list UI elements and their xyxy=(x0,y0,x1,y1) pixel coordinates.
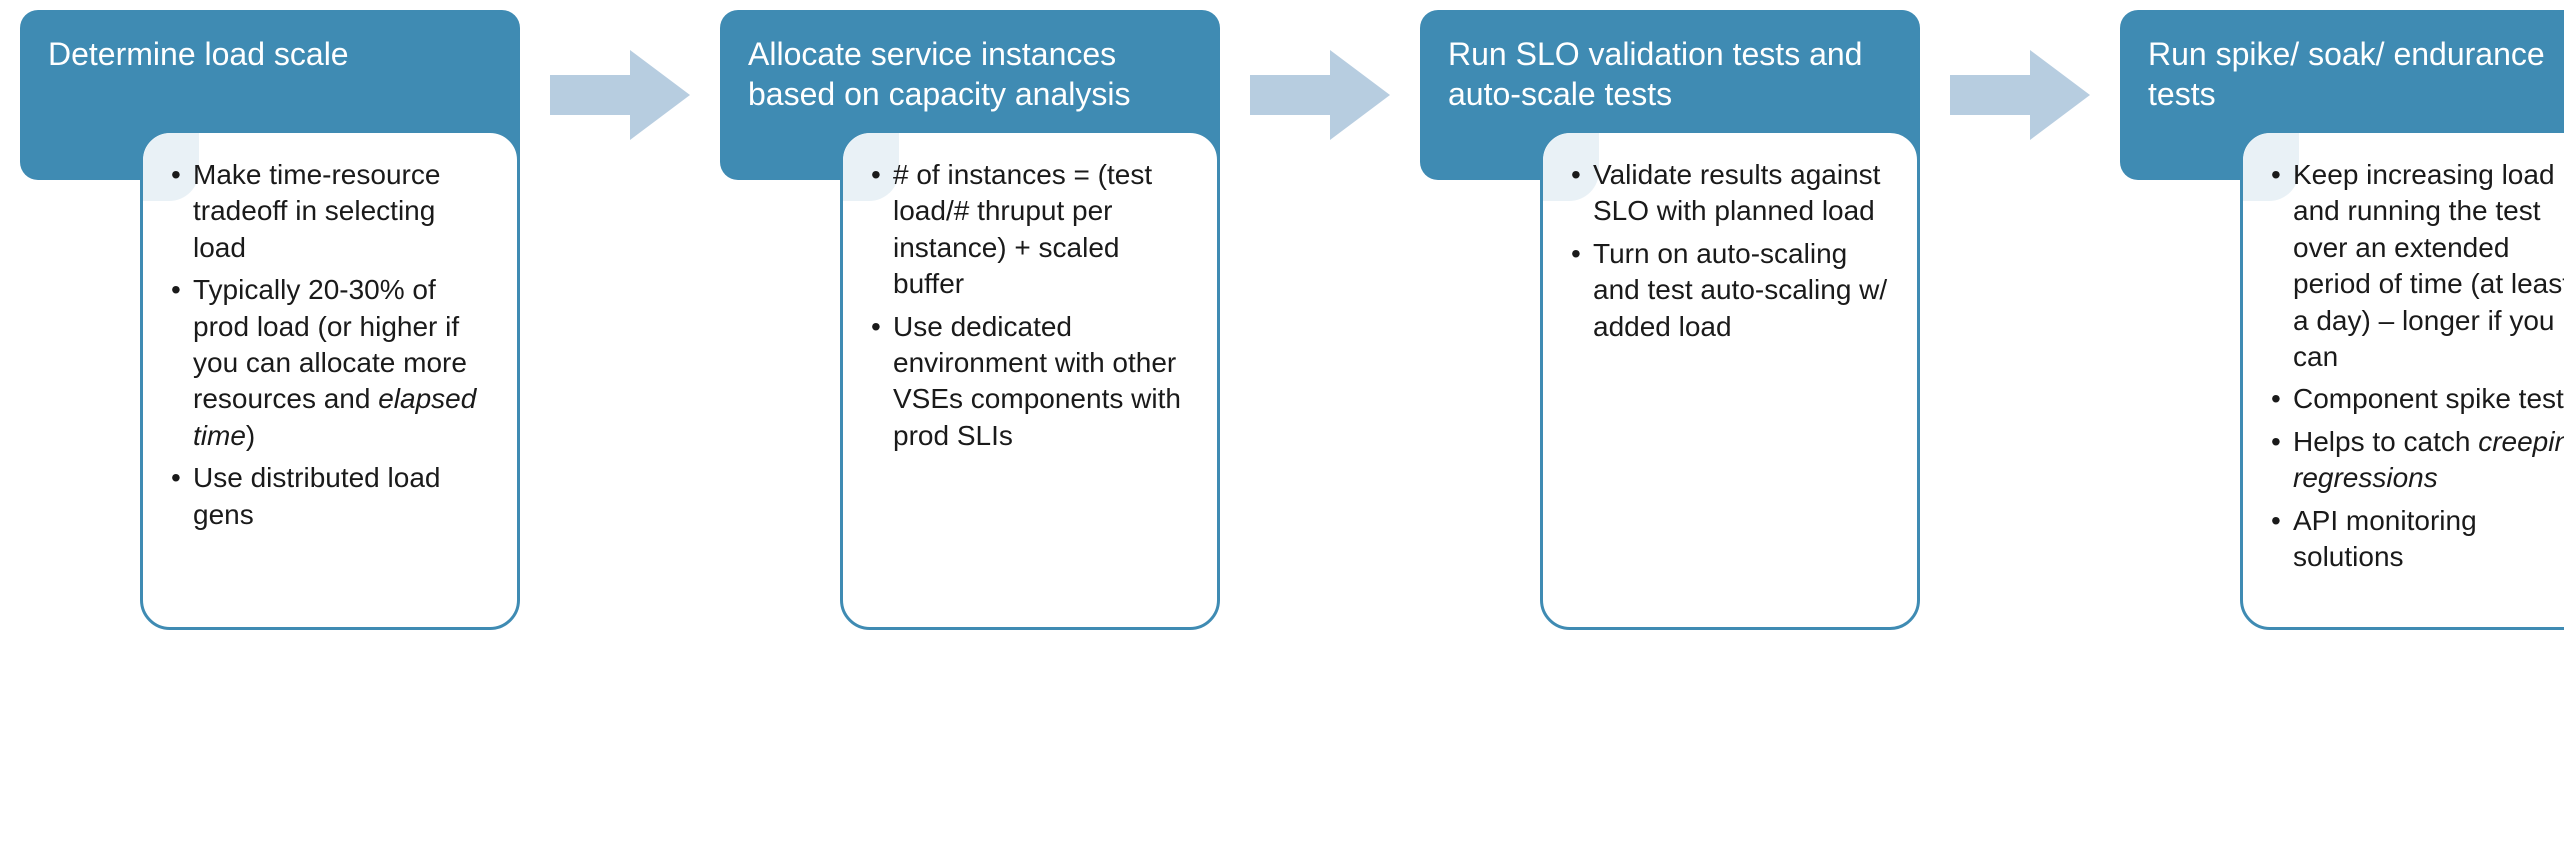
step-1: Determine load scale Make time-resource … xyxy=(20,10,520,630)
step-3: Run SLO validation tests and auto-scale … xyxy=(1420,10,1920,630)
step-4-title: Run spike/ soak/ endurance tests xyxy=(2148,36,2545,112)
step-2: Allocate service instances based on capa… xyxy=(720,10,1220,630)
arrow-icon xyxy=(550,45,690,145)
step-4-details: Keep increasing load and running the tes… xyxy=(2240,130,2564,630)
process-flow: Determine load scale Make time-resource … xyxy=(20,10,2544,630)
bullet-item: Use dedicated environment with other VSE… xyxy=(871,309,1189,455)
bullet-item: Component spike tests xyxy=(2271,381,2564,417)
bullet-item: Keep increasing load and running the tes… xyxy=(2271,157,2564,375)
step-2-title: Allocate service instances based on capa… xyxy=(748,36,1130,112)
step-2-details: # of instances = (test load/# thruput pe… xyxy=(840,130,1220,630)
step-1-details: Make time-resource tradeoff in selecting… xyxy=(140,130,520,630)
step-1-bullets: Make time-resource tradeoff in selecting… xyxy=(171,157,489,533)
step-3-title: Run SLO validation tests and auto-scale … xyxy=(1448,36,1862,112)
step-3-bullets: Validate results against SLO with planne… xyxy=(1571,157,1889,345)
arrow-icon xyxy=(1950,45,2090,145)
bullet-item: API monitoring solutions xyxy=(2271,503,2564,576)
bullet-item: Make time-resource tradeoff in selecting… xyxy=(171,157,489,266)
step-3-details: Validate results against SLO with planne… xyxy=(1540,130,1920,630)
bullet-item: Turn on auto-scaling and test auto-scali… xyxy=(1571,236,1889,345)
arrow-icon xyxy=(1250,45,1390,145)
step-4: Run spike/ soak/ endurance tests Keep in… xyxy=(2120,10,2564,630)
step-2-bullets: # of instances = (test load/# thruput pe… xyxy=(871,157,1189,454)
bullet-item: Typically 20-30% of prod load (or higher… xyxy=(171,272,489,454)
step-4-bullets: Keep increasing load and running the tes… xyxy=(2271,157,2564,575)
bullet-item: Helps to catch creeping regressions xyxy=(2271,424,2564,497)
step-1-title: Determine load scale xyxy=(48,36,349,72)
bullet-item: # of instances = (test load/# thruput pe… xyxy=(871,157,1189,303)
bullet-item: Validate results against SLO with planne… xyxy=(1571,157,1889,230)
bullet-item: Use distributed load gens xyxy=(171,460,489,533)
